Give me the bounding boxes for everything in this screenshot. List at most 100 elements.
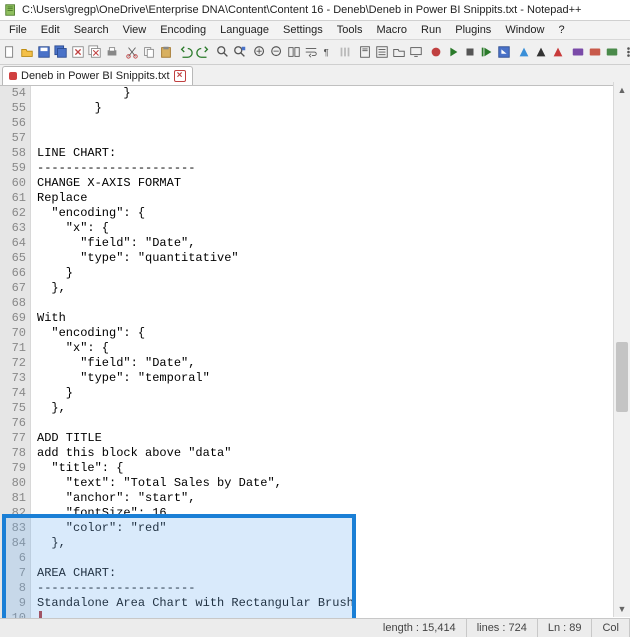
status-bar: length : 15,414 lines : 724 Ln : 89 Col [0,618,630,637]
monitor-icon[interactable] [408,42,424,62]
print-icon[interactable] [104,42,120,62]
code-line[interactable]: }, [31,281,630,296]
code-line[interactable]: Replace [31,191,630,206]
code-line[interactable]: "field": "Date", [31,236,630,251]
scroll-thumb[interactable] [616,342,628,412]
code-line[interactable]: "fontSize": 16, [31,506,630,521]
menu-macro[interactable]: Macro [369,23,414,37]
replace-icon[interactable] [232,42,248,62]
file-tab[interactable]: Deneb in Power BI Snippits.txt × [2,66,193,85]
menu-language[interactable]: Language [213,23,276,37]
code-line[interactable]: ---------------------- [31,161,630,176]
menu-encoding[interactable]: Encoding [153,23,213,37]
code-line[interactable]: } [31,386,630,401]
save-icon[interactable] [36,42,52,62]
menu-view[interactable]: View [116,23,154,37]
macro-save-icon[interactable] [496,42,512,62]
bullet-list-icon[interactable] [624,42,630,62]
code-line[interactable]: Standalone Area Chart with Rectangular B… [31,596,630,611]
word-wrap-icon[interactable] [303,42,319,62]
code-line[interactable]: "text": "Total Sales by Date", [31,476,630,491]
red-triangle-icon[interactable] [550,42,566,62]
macro-play-icon[interactable] [445,42,461,62]
new-icon[interactable] [2,42,18,62]
blue-triangle-icon[interactable] [516,42,532,62]
menu-tools[interactable]: Tools [330,23,370,37]
macro-record-icon[interactable] [428,42,444,62]
code-line[interactable]: "x": { [31,341,630,356]
code-line[interactable]: ---------------------- [31,581,630,596]
cut-icon[interactable] [124,42,140,62]
save-all-icon[interactable] [53,42,69,62]
menu-search[interactable]: Search [67,23,116,37]
code-line[interactable]: "title": { [31,461,630,476]
doc-map-icon[interactable] [357,42,373,62]
code-line[interactable]: With [31,311,630,326]
folder-workspace-icon[interactable] [391,42,407,62]
scroll-down-arrow-icon[interactable]: ▼ [614,601,630,617]
code-line[interactable]: }, [31,536,630,551]
menu-[interactable]: ? [551,23,571,37]
macro-stop-icon[interactable] [462,42,478,62]
code-line[interactable] [31,416,630,431]
code-line[interactable]: "color": "red" [31,521,630,536]
code-line[interactable] [31,296,630,311]
close-all-icon[interactable] [87,42,103,62]
scroll-up-arrow-icon[interactable]: ▲ [614,82,630,98]
vertical-scrollbar[interactable]: ▲ ▼ [613,82,630,617]
copy-icon[interactable] [141,42,157,62]
menubar[interactable]: FileEditSearchViewEncodingLanguageSettin… [0,21,630,40]
code-line[interactable] [31,116,630,131]
indent-guide-icon[interactable] [337,42,353,62]
code-line[interactable]: } [31,266,630,281]
close-file-icon[interactable] [70,42,86,62]
badge3-icon[interactable] [604,42,620,62]
code-line[interactable]: } [31,101,630,116]
code-line[interactable] [31,131,630,146]
code-line[interactable]: "anchor": "start", [31,491,630,506]
code-area[interactable]: } }LINE CHART:----------------------CHAN… [31,86,630,621]
window-titlebar: C:\Users\gregp\OneDrive\Enterprise DNA\C… [0,0,630,21]
code-line[interactable] [31,551,630,566]
sync-scroll-icon[interactable] [286,42,302,62]
window-title: C:\Users\gregp\OneDrive\Enterprise DNA\C… [22,4,581,16]
menu-edit[interactable]: Edit [34,23,67,37]
undo-icon[interactable] [178,42,194,62]
code-line[interactable]: } [31,86,630,101]
badge2-icon[interactable] [587,42,603,62]
paste-icon[interactable] [158,42,174,62]
zoom-out-icon[interactable] [269,42,285,62]
modified-dot-icon [9,72,17,80]
status-length: length : 15,414 [373,619,467,637]
tabbar: Deneb in Power BI Snippits.txt × [0,65,630,86]
code-line[interactable]: ADD TITLE [31,431,630,446]
code-line[interactable]: "encoding": { [31,206,630,221]
code-line[interactable]: AREA CHART: [31,566,630,581]
menu-plugins[interactable]: Plugins [448,23,498,37]
menu-file[interactable]: File [2,23,34,37]
menu-window[interactable]: Window [498,23,551,37]
badge1-icon[interactable] [570,42,586,62]
menu-run[interactable]: Run [414,23,448,37]
code-line[interactable]: "encoding": { [31,326,630,341]
code-line[interactable]: }, [31,401,630,416]
find-icon[interactable] [215,42,231,62]
macro-repeat-icon[interactable] [479,42,495,62]
code-editor[interactable]: 5455565758596061626364656667686970717273… [0,86,630,621]
code-line[interactable]: add this block above "data" [31,446,630,461]
tab-close-icon[interactable]: × [174,70,186,82]
function-list-icon[interactable] [374,42,390,62]
black-triangle-icon[interactable] [533,42,549,62]
code-line[interactable]: CHANGE X-AXIS FORMAT [31,176,630,191]
code-line[interactable]: LINE CHART: [31,146,630,161]
code-line[interactable]: "type": "temporal" [31,371,630,386]
code-line[interactable]: "type": "quantitative" [31,251,630,266]
code-line[interactable]: "x": { [31,221,630,236]
code-line[interactable]: "field": "Date", [31,356,630,371]
show-all-chars-icon[interactable]: ¶ [320,42,336,62]
menu-settings[interactable]: Settings [276,23,330,37]
zoom-in-icon[interactable] [252,42,268,62]
tab-label: Deneb in Power BI Snippits.txt [21,70,170,82]
redo-icon[interactable] [195,42,211,62]
open-icon[interactable] [19,42,35,62]
